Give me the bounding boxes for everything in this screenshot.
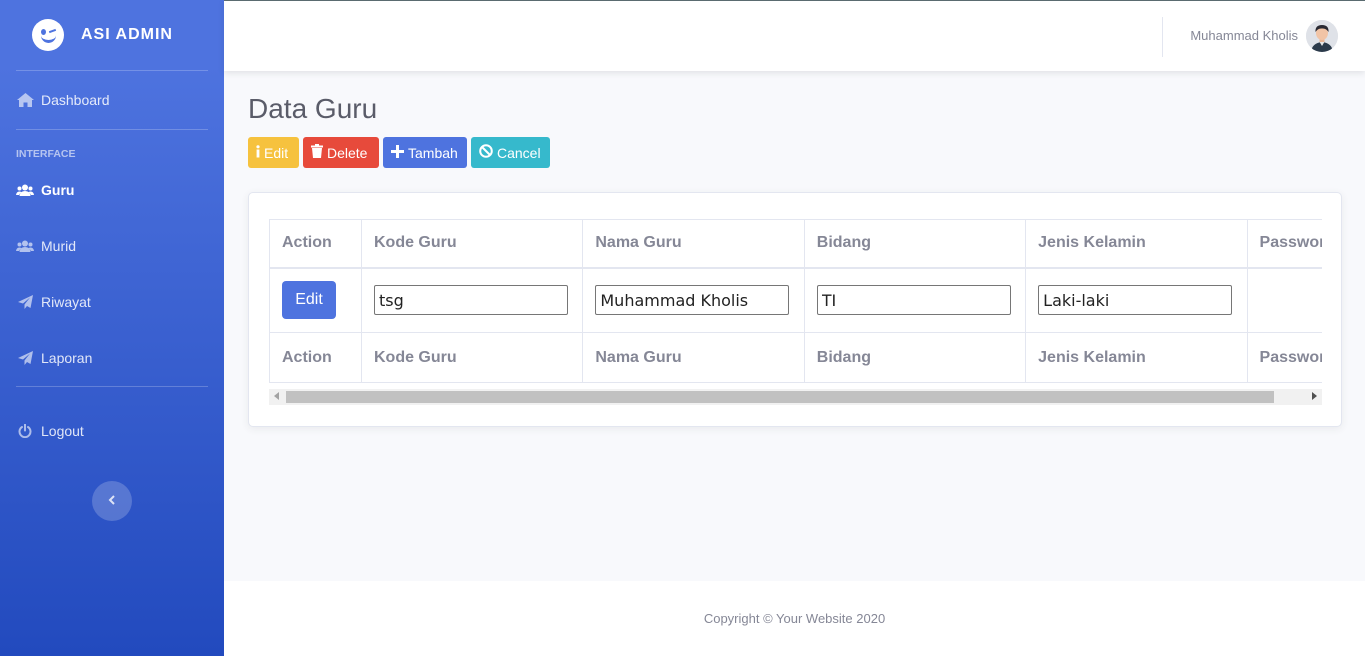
kode-guru-input[interactable] [373, 285, 568, 316]
trash-icon [311, 144, 323, 161]
sidebar: ASI ADMIN Dashboard INTERFACE Guru Murid… [0, 0, 224, 656]
sidebar-item-label: Guru [41, 182, 75, 198]
column-footer-kode-guru: Kode Guru [360, 332, 584, 383]
info-icon [256, 144, 260, 161]
users-icon [16, 184, 34, 197]
column-header-bidang[interactable]: Bidang [803, 219, 1027, 269]
delete-button-label: Delete [327, 144, 368, 161]
scroll-right-arrow-icon[interactable] [1312, 392, 1317, 400]
avatar[interactable] [1306, 20, 1338, 52]
column-footer-bidang: Bidang [803, 332, 1027, 383]
jenis-kelamin-input[interactable] [1038, 285, 1233, 316]
home-icon [16, 93, 34, 107]
sidebar-toggle-button[interactable] [92, 481, 132, 521]
edit-button-label: Edit [264, 144, 289, 161]
user-name[interactable]: Muhammad Kholis [1190, 28, 1298, 43]
scroll-left-arrow-icon[interactable] [274, 392, 279, 400]
sidebar-item-laporan[interactable]: Laporan [0, 330, 224, 386]
laugh-wink-icon [32, 19, 64, 51]
sidebar-item-guru[interactable]: Guru [0, 162, 224, 218]
footer: Copyright © Your Website 2020 [224, 581, 1365, 656]
brand-name: ASI ADMIN [81, 26, 173, 43]
data-card: Action Kode Guru Nama Guru Bidang Jenis … [248, 192, 1342, 427]
column-footer-nama-guru: Nama Guru [582, 332, 805, 383]
bidang-input[interactable] [816, 285, 1011, 316]
brand[interactable]: ASI ADMIN [0, 0, 224, 70]
delete-button[interactable]: Delete [303, 137, 379, 168]
jenis-kelamin-cell [1025, 267, 1248, 333]
table-footer-row: Action Kode Guru Nama Guru Bidang Jenis … [269, 332, 1322, 383]
column-header-nama-guru[interactable]: Nama Guru [582, 219, 805, 269]
horizontal-scrollbar[interactable] [269, 389, 1322, 405]
users-icon [16, 240, 34, 253]
ban-icon [479, 144, 493, 161]
chevron-left-icon [108, 492, 116, 510]
sidebar-item-label: Laporan [41, 350, 93, 366]
column-header-password[interactable]: Password [1246, 219, 1322, 269]
sidebar-heading: INTERFACE [16, 148, 76, 160]
action-cell: Edit [269, 267, 362, 333]
password-cell [1246, 267, 1322, 333]
column-footer-jenis-kelamin: Jenis Kelamin [1025, 332, 1248, 383]
power-icon [16, 424, 34, 438]
cancel-button[interactable]: Cancel [471, 137, 550, 168]
paper-plane-icon [16, 350, 34, 366]
topbar: Muhammad Kholis [224, 0, 1365, 71]
sidebar-item-riwayat[interactable]: Riwayat [0, 274, 224, 330]
add-button-label: Tambah [408, 144, 458, 161]
nama-guru-cell [582, 267, 805, 333]
bidang-cell [803, 267, 1027, 333]
table-header-row: Action Kode Guru Nama Guru Bidang Jenis … [269, 219, 1322, 269]
column-footer-action: Action [269, 332, 362, 383]
action-toolbar: Edit Delete Tambah Cancel [248, 137, 550, 168]
sidebar-item-dashboard[interactable]: Dashboard [0, 71, 224, 129]
page-title: Data Guru [248, 93, 378, 124]
guru-table: Action Kode Guru Nama Guru Bidang Jenis … [269, 219, 1322, 383]
sidebar-item-logout[interactable]: Logout [0, 387, 224, 475]
copyright-text: Copyright © Your Website 2020 [703, 611, 886, 626]
scrollbar-thumb[interactable] [286, 391, 1274, 403]
table-row: Edit [269, 267, 1322, 333]
nama-guru-input[interactable] [595, 285, 790, 316]
sidebar-item-label: Logout [41, 423, 84, 439]
add-button[interactable]: Tambah [383, 137, 467, 168]
column-header-action[interactable]: Action [269, 219, 362, 269]
topbar-divider [1162, 17, 1163, 57]
sidebar-item-label: Dashboard [41, 92, 110, 108]
row-edit-button[interactable]: Edit [282, 281, 336, 320]
cancel-button-label: Cancel [497, 144, 541, 161]
sidebar-item-label: Murid [41, 238, 77, 254]
column-footer-password: Password [1246, 332, 1322, 383]
column-header-kode-guru[interactable]: Kode Guru [360, 219, 584, 269]
plus-icon [391, 144, 404, 161]
column-header-jenis-kelamin[interactable]: Jenis Kelamin [1025, 219, 1248, 269]
edit-button[interactable]: Edit [248, 137, 299, 168]
kode-guru-cell [360, 267, 584, 333]
table-scroll-container[interactable]: Action Kode Guru Nama Guru Bidang Jenis … [269, 219, 1322, 409]
sidebar-item-label: Riwayat [41, 294, 91, 310]
paper-plane-icon [16, 294, 34, 310]
sidebar-item-murid[interactable]: Murid [0, 218, 224, 274]
